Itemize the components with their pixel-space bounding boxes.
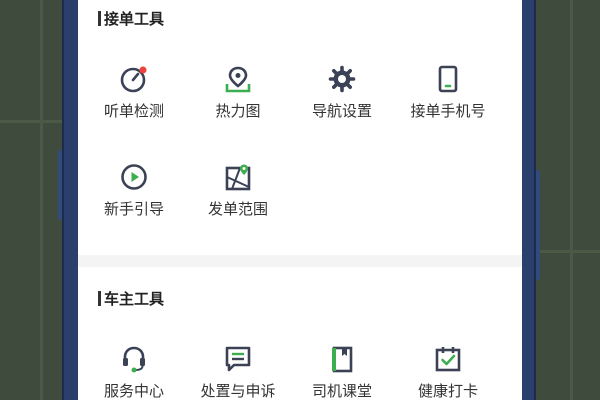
section-title: 接单工具	[98, 8, 164, 28]
tool-label: 服务中心	[103, 382, 164, 400]
play-circle-icon	[120, 163, 148, 191]
gauge-icon	[120, 65, 148, 93]
background-line	[536, 250, 600, 253]
tool-label: 热力图	[215, 102, 261, 120]
background-line	[570, 0, 573, 400]
tool-dispatch-range[interactable]: 发单范围	[188, 163, 288, 233]
tool-appeal[interactable]: 处置与申诉	[188, 345, 288, 400]
book-icon	[328, 345, 356, 373]
tool-label: 听单检测	[103, 102, 164, 120]
title-bar-mark	[98, 10, 101, 26]
title-bar-mark	[98, 290, 101, 306]
tool-navigation-settings[interactable]: 导航设置	[292, 65, 392, 135]
tool-service-center[interactable]: 服务中心	[84, 345, 184, 400]
headset-icon	[120, 345, 148, 373]
phone-icon	[434, 65, 462, 93]
tool-heatmap[interactable]: 热力图	[188, 65, 288, 135]
message-icon	[224, 345, 252, 373]
owner-tools-section: 车主工具 服务中心 处置与申诉 司机课堂 健康打卡	[78, 267, 522, 400]
section-title-text: 接单工具	[104, 9, 165, 28]
tool-listen-check[interactable]: 听单检测	[84, 65, 184, 135]
section-title-text: 车主工具	[104, 289, 165, 308]
background-line	[40, 0, 43, 400]
section-title: 车主工具	[98, 288, 164, 308]
map-range-icon	[224, 163, 252, 191]
location-pin-icon	[224, 65, 252, 93]
tool-label: 接单手机号	[410, 102, 486, 120]
tool-label: 新手引导	[103, 200, 164, 218]
tool-order-phone-number[interactable]: 接单手机号	[398, 65, 498, 135]
tool-label: 司机课堂	[311, 382, 372, 400]
tool-label: 导航设置	[311, 102, 372, 120]
tool-label: 处置与申诉	[200, 382, 276, 400]
phone-side-button	[536, 170, 540, 280]
tool-label: 健康打卡	[417, 382, 478, 400]
gear-icon	[328, 65, 356, 93]
section-divider	[78, 255, 522, 267]
tool-label: 发单范围	[207, 200, 268, 218]
phone-side-button	[58, 150, 62, 220]
tool-newbie-guide[interactable]: 新手引导	[84, 163, 184, 233]
calendar-check-icon	[434, 345, 462, 373]
phone-screen: 接单工具 听单检测 热力图 导航设置 接单手机号 新手引导 发单范围 车主工具 …	[78, 0, 522, 400]
tool-health-checkin[interactable]: 健康打卡	[398, 345, 498, 400]
order-tools-section: 接单工具 听单检测 热力图 导航设置 接单手机号 新手引导 发单范围	[78, 0, 522, 255]
background-line	[0, 120, 62, 123]
tool-driver-classroom[interactable]: 司机课堂	[292, 345, 392, 400]
